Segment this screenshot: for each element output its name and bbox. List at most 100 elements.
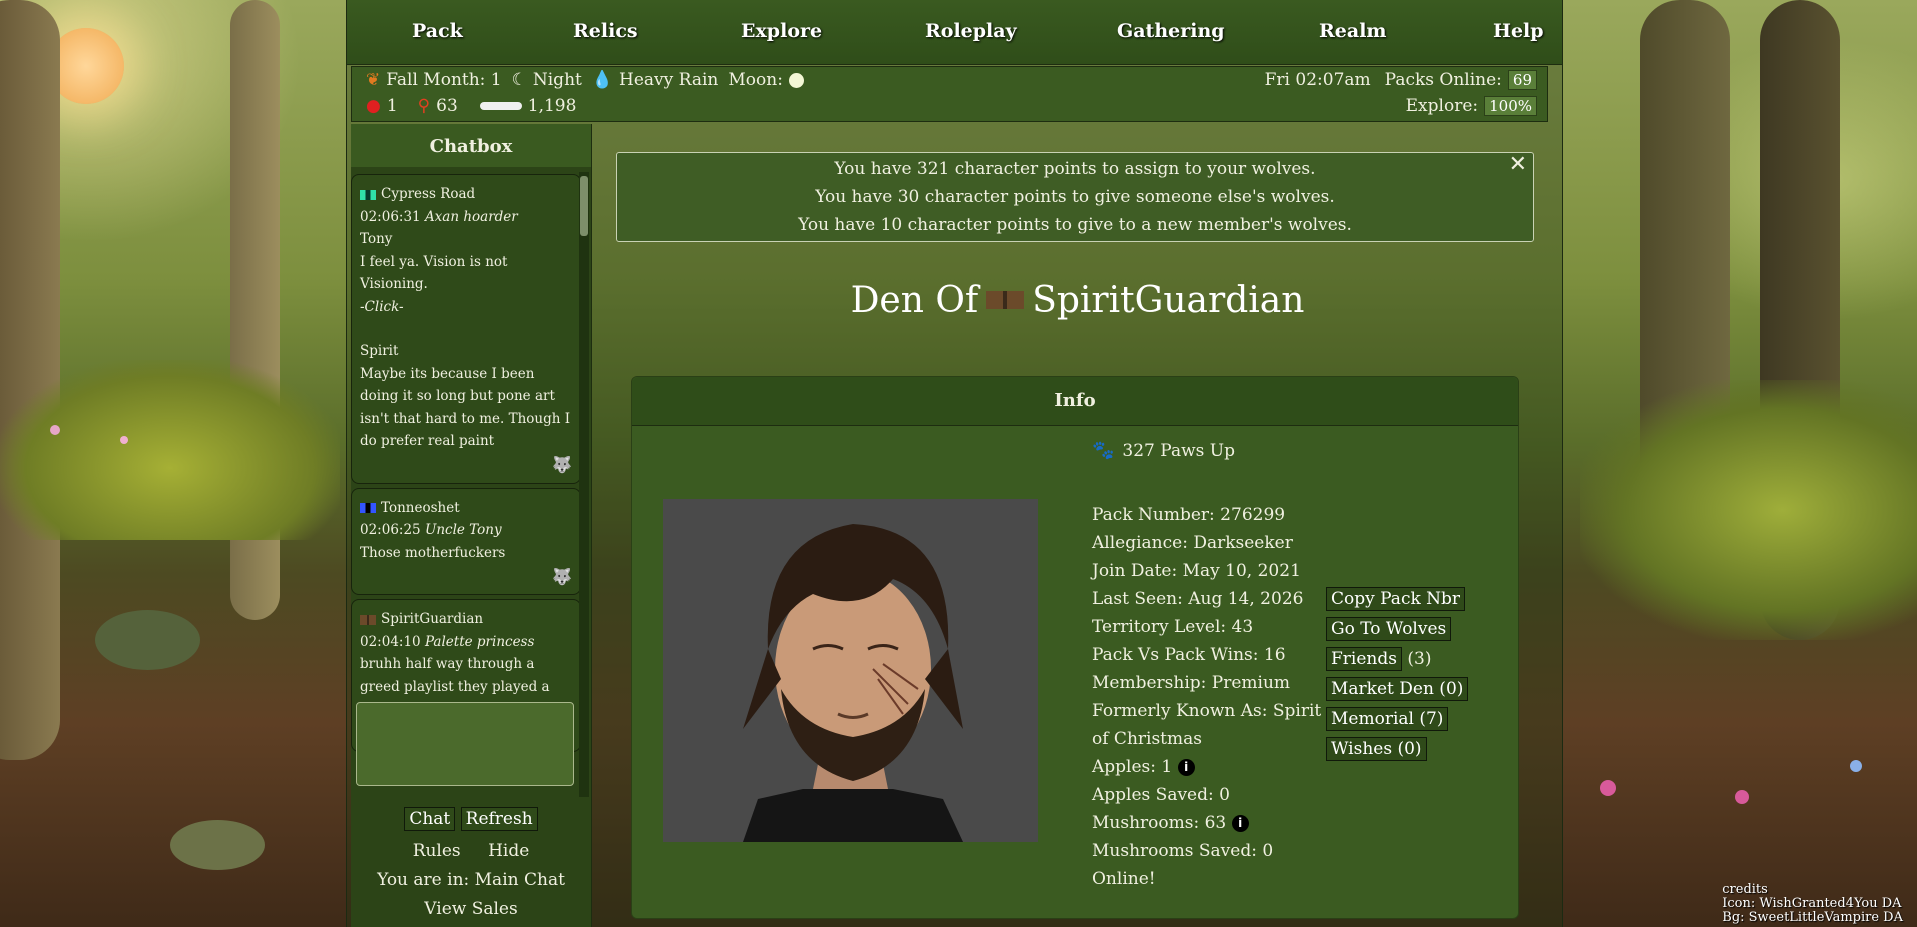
chat-user-title: Uncle Tony bbox=[424, 522, 502, 538]
mushroom-count: 63 bbox=[436, 96, 458, 116]
raindrop-icon: 💧 bbox=[591, 70, 614, 90]
online-status: Online! bbox=[1092, 869, 1156, 889]
chat-line bbox=[360, 318, 572, 340]
apples-text: Apples: 1 bbox=[1092, 757, 1173, 777]
wolf-avatar-icon[interactable]: 🐺 bbox=[552, 566, 572, 589]
status-row-resources: ● 1 ⚲ 63 1,198 bbox=[366, 96, 576, 116]
chat-meta: 02:06:25 Uncle Tony bbox=[360, 519, 572, 542]
explore-badge: 100% bbox=[1484, 96, 1537, 116]
mushrooms-text: Mushrooms: 63 bbox=[1092, 813, 1227, 833]
refresh-button[interactable]: Refresh bbox=[460, 807, 538, 831]
membership: Membership: Premium bbox=[1092, 673, 1291, 693]
allegiance: Allegiance: Darkseeker bbox=[1092, 533, 1293, 553]
user-flag-icon bbox=[360, 614, 376, 625]
time-of-day-text: Night bbox=[532, 70, 582, 90]
nav-help[interactable]: Help bbox=[1493, 20, 1544, 42]
info-header: Info bbox=[632, 377, 1518, 426]
copy-pack-number-button[interactable]: Copy Pack Nbr bbox=[1326, 587, 1466, 611]
chatbox-title: Chatbox bbox=[351, 124, 591, 167]
pack-avatar bbox=[663, 499, 1038, 842]
background-rock bbox=[170, 820, 265, 870]
chat-scrollbar-thumb[interactable] bbox=[580, 176, 588, 236]
explore-label: Explore: bbox=[1405, 96, 1479, 116]
status-right-top: Fri 02:07am Packs Online: 69 bbox=[1265, 70, 1537, 90]
nav-pack[interactable]: Pack bbox=[412, 20, 463, 42]
crescent-moon-icon: ☾ bbox=[511, 70, 527, 90]
chat-time: 02:04:10 bbox=[360, 633, 421, 650]
packs-online-label: Packs Online: bbox=[1384, 70, 1502, 90]
nav-relics[interactable]: Relics bbox=[573, 20, 638, 42]
rules-link[interactable]: Rules bbox=[413, 841, 461, 861]
chat-message: Cypress Road 02:06:31 Axan hoarder Tony … bbox=[351, 174, 581, 484]
chat-username[interactable]: Tonneoshet bbox=[381, 500, 460, 516]
memorial-button[interactable]: Memorial (7) bbox=[1326, 707, 1449, 731]
notice-line: You have 321 character points to assign … bbox=[834, 159, 1316, 179]
chat-button-row: Chat Refresh bbox=[351, 807, 591, 831]
background-bush bbox=[0, 360, 340, 540]
chat-message-header: SpiritGuardian bbox=[360, 608, 572, 631]
clock-text: Fri 02:07am bbox=[1264, 70, 1371, 90]
autumn-leaf-icon: ❦ bbox=[366, 70, 381, 90]
go-to-wolves-button[interactable]: Go To Wolves bbox=[1326, 617, 1452, 641]
info-icon[interactable]: i bbox=[1177, 759, 1195, 776]
chat-username[interactable]: Cypress Road bbox=[381, 186, 475, 202]
wolf-avatar-icon[interactable]: 🐺 bbox=[552, 454, 572, 477]
avatar-portrait-image bbox=[663, 499, 1038, 842]
pack-actions: Copy Pack Nbr Go To Wolves Friends (3) M… bbox=[1326, 587, 1469, 767]
credits-bg: Bg: SweetLittleVampire DA bbox=[1722, 910, 1903, 925]
wishes-button[interactable]: Wishes (0) bbox=[1326, 737, 1427, 761]
chat-time: 02:06:25 bbox=[360, 522, 421, 538]
top-nav: Pack Relics Explore Roleplay Gathering R… bbox=[347, 0, 1562, 65]
nav-realm[interactable]: Realm bbox=[1319, 20, 1387, 42]
formerly-known-as: Formerly Known As: Spirit of Christmas bbox=[1092, 701, 1322, 749]
chat-scrollbar[interactable] bbox=[579, 172, 589, 797]
chat-location: You are in: Main Chat bbox=[377, 870, 565, 890]
user-flag-icon bbox=[360, 189, 376, 200]
join-date: Join Date: May 10, 2021 bbox=[1092, 561, 1301, 581]
chat-message: Tonneoshet 02:06:25 Uncle Tony Those mot… bbox=[351, 487, 581, 595]
mushroom-icon: ⚲ bbox=[417, 96, 431, 116]
friends-count: (3) bbox=[1407, 649, 1432, 669]
paws-up-text: 327 Paws Up bbox=[1122, 441, 1235, 461]
view-sales-link[interactable]: View Sales bbox=[351, 899, 591, 919]
mushrooms-saved: Mushrooms Saved: 0 bbox=[1092, 841, 1274, 861]
credits-title[interactable]: credits bbox=[1722, 883, 1903, 897]
market-den-button[interactable]: Market Den (0) bbox=[1326, 677, 1469, 701]
pvp-wins: Pack Vs Pack Wins: 16 bbox=[1092, 645, 1286, 665]
chat-meta: 02:06:31 Axan hoarder bbox=[360, 206, 572, 229]
nav-explore[interactable]: Explore bbox=[741, 20, 822, 42]
status-row-weather: ❦ Fall Month: 1 ☾ Night 💧 Heavy Rain Moo… bbox=[366, 70, 804, 90]
friends-button[interactable]: Friends bbox=[1326, 647, 1402, 671]
territory-level: Territory Level: 43 bbox=[1092, 617, 1254, 637]
mushrooms-row: Mushrooms: 63 i bbox=[1092, 809, 1332, 837]
background-bush bbox=[1580, 380, 1917, 640]
close-icon[interactable]: ✕ bbox=[1509, 151, 1527, 179]
moon-label: Moon: bbox=[728, 70, 783, 90]
chat-line: Spirit bbox=[360, 343, 399, 359]
paws-up-row: 🐾 327 Paws Up bbox=[1092, 437, 1332, 465]
chatbox-sidebar: Chatbox Cypress Road 02:06:31 Axan hoard… bbox=[351, 124, 592, 927]
apples-row: Apples: 1 i bbox=[1092, 753, 1332, 781]
chat-line: -Click- bbox=[360, 298, 404, 315]
chat-user-title: Palette princess bbox=[424, 633, 535, 650]
chat-user-title: Axan hoarder bbox=[424, 208, 518, 225]
full-moon-icon bbox=[788, 72, 804, 88]
flower bbox=[50, 425, 60, 435]
page-title: Den Of SpiritGuardian bbox=[593, 280, 1562, 321]
packs-online-badge[interactable]: 69 bbox=[1507, 70, 1537, 90]
paw-icon[interactable]: 🐾 bbox=[1092, 437, 1114, 465]
chat-message-input[interactable] bbox=[356, 702, 574, 786]
chat-username[interactable]: SpiritGuardian bbox=[381, 611, 483, 627]
chat-time: 02:06:31 bbox=[360, 208, 421, 225]
nav-gathering[interactable]: Gathering bbox=[1117, 20, 1225, 42]
info-panel: Info 🐾 327 Paws Up Pack Number: 276299 A… bbox=[631, 376, 1519, 919]
pack-details: 🐾 327 Paws Up Pack Number: 276299 Allegi… bbox=[1092, 437, 1332, 893]
chat-button[interactable]: Chat bbox=[404, 807, 456, 831]
pack-flag-icon bbox=[986, 291, 1025, 309]
nav-roleplay[interactable]: Roleplay bbox=[925, 20, 1017, 42]
apple-icon: ● bbox=[366, 96, 381, 116]
hide-link[interactable]: Hide bbox=[488, 841, 529, 861]
info-icon[interactable]: i bbox=[1231, 815, 1249, 832]
apples-saved: Apples Saved: 0 bbox=[1092, 785, 1230, 805]
status-right-bottom: Explore: 100% bbox=[1406, 96, 1537, 116]
